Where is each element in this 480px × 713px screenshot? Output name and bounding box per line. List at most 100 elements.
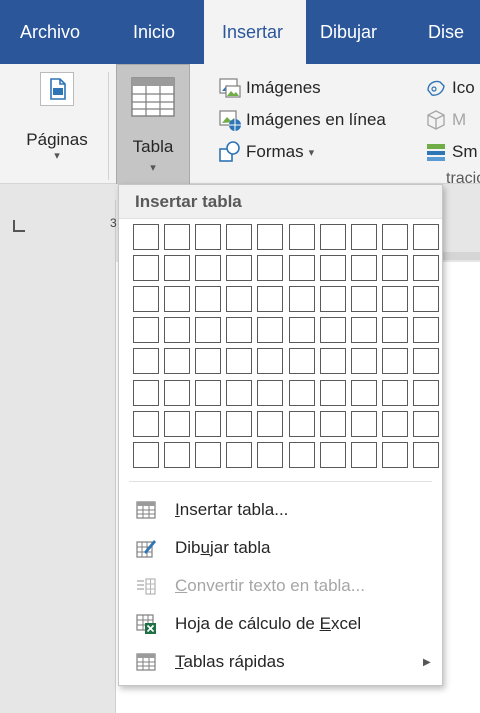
grid-cell[interactable] <box>195 286 221 312</box>
grid-cell[interactable] <box>164 380 190 406</box>
tab-stop-selector-icon[interactable] <box>13 220 25 232</box>
grid-cell[interactable] <box>164 317 190 343</box>
grid-cell[interactable] <box>320 380 346 406</box>
imagenes-button[interactable]: Imágenes <box>218 74 321 102</box>
grid-cell[interactable] <box>351 286 377 312</box>
grid-cell[interactable] <box>382 411 408 437</box>
grid-cell[interactable] <box>351 224 377 250</box>
menu-dibujar-tabla[interactable]: Dibujar tabla <box>119 529 442 567</box>
grid-cell[interactable] <box>257 380 283 406</box>
grid-cell[interactable] <box>195 348 221 374</box>
smartart-button[interactable]: Sm <box>424 138 478 166</box>
tab-inicio[interactable]: Inicio <box>133 0 175 64</box>
grid-cell[interactable] <box>289 224 315 250</box>
grid-cell[interactable] <box>195 411 221 437</box>
tab-diseno[interactable]: Dise <box>428 0 464 64</box>
grid-cell[interactable] <box>382 442 408 468</box>
grid-cell[interactable] <box>289 317 315 343</box>
imagenes-en-linea-button[interactable]: Imágenes en línea <box>218 106 386 134</box>
grid-cell[interactable] <box>413 255 439 281</box>
formas-button[interactable]: Formas ▾ <box>218 138 314 166</box>
modelos-3d-button[interactable]: M <box>424 106 466 134</box>
grid-cell[interactable] <box>289 411 315 437</box>
grid-cell[interactable] <box>226 286 252 312</box>
grid-cell[interactable] <box>351 411 377 437</box>
grid-cell[interactable] <box>289 286 315 312</box>
grid-cell[interactable] <box>413 348 439 374</box>
tab-dibujar[interactable]: Dibujar <box>320 0 377 64</box>
grid-cell[interactable] <box>164 255 190 281</box>
grid-cell[interactable] <box>351 348 377 374</box>
grid-cell[interactable] <box>226 380 252 406</box>
grid-cell[interactable] <box>320 255 346 281</box>
grid-cell[interactable] <box>164 286 190 312</box>
grid-cell[interactable] <box>289 255 315 281</box>
grid-cell[interactable] <box>351 380 377 406</box>
menu-insertar-tabla[interactable]: Insertar tabla... <box>119 491 442 529</box>
grid-cell[interactable] <box>133 411 159 437</box>
grid-cell[interactable] <box>382 224 408 250</box>
grid-cell[interactable] <box>320 411 346 437</box>
grid-cell[interactable] <box>320 286 346 312</box>
tabla-button[interactable]: Tabla ▾ <box>116 64 190 184</box>
grid-cell[interactable] <box>320 317 346 343</box>
grid-cell[interactable] <box>382 317 408 343</box>
grid-cell[interactable] <box>257 317 283 343</box>
grid-cell[interactable] <box>413 442 439 468</box>
grid-cell[interactable] <box>133 348 159 374</box>
table-size-grid[interactable] <box>133 224 444 473</box>
grid-cell[interactable] <box>382 348 408 374</box>
grid-cell[interactable] <box>257 286 283 312</box>
grid-cell[interactable] <box>164 442 190 468</box>
grid-cell[interactable] <box>195 317 221 343</box>
grid-cell[interactable] <box>351 317 377 343</box>
grid-cell[interactable] <box>257 255 283 281</box>
grid-cell[interactable] <box>226 255 252 281</box>
grid-cell[interactable] <box>413 411 439 437</box>
grid-cell[interactable] <box>413 286 439 312</box>
grid-cell[interactable] <box>382 380 408 406</box>
grid-cell[interactable] <box>226 317 252 343</box>
grid-cell[interactable] <box>413 224 439 250</box>
grid-cell[interactable] <box>133 442 159 468</box>
menu-convertir-texto-en-tabla[interactable]: Convertir texto en tabla... <box>119 567 442 605</box>
tab-insertar[interactable]: Insertar <box>204 0 306 64</box>
grid-cell[interactable] <box>320 348 346 374</box>
grid-cell[interactable] <box>257 224 283 250</box>
grid-cell[interactable] <box>226 411 252 437</box>
grid-cell[interactable] <box>289 380 315 406</box>
iconos-button[interactable]: Ico <box>424 74 475 102</box>
grid-cell[interactable] <box>257 442 283 468</box>
grid-cell[interactable] <box>164 224 190 250</box>
grid-cell[interactable] <box>133 255 159 281</box>
grid-cell[interactable] <box>289 348 315 374</box>
grid-cell[interactable] <box>320 224 346 250</box>
grid-cell[interactable] <box>351 255 377 281</box>
grid-cell[interactable] <box>226 442 252 468</box>
menu-hoja-de-calculo-excel[interactable]: Hoja de cálculo de Excel <box>119 605 442 643</box>
grid-cell[interactable] <box>164 411 190 437</box>
tab-archivo[interactable]: Archivo <box>20 0 80 64</box>
grid-cell[interactable] <box>133 317 159 343</box>
grid-cell[interactable] <box>195 255 221 281</box>
grid-cell[interactable] <box>226 224 252 250</box>
grid-cell[interactable] <box>133 286 159 312</box>
grid-cell[interactable] <box>133 380 159 406</box>
grid-cell[interactable] <box>195 380 221 406</box>
grid-cell[interactable] <box>164 348 190 374</box>
menu-tablas-rapidas[interactable]: Tablas rápidas ▶ <box>119 643 442 681</box>
grid-cell[interactable] <box>195 224 221 250</box>
grid-cell[interactable] <box>413 380 439 406</box>
grid-cell[interactable] <box>257 411 283 437</box>
grid-cell[interactable] <box>382 286 408 312</box>
grid-cell[interactable] <box>226 348 252 374</box>
grid-cell[interactable] <box>289 442 315 468</box>
grid-cell[interactable] <box>413 317 439 343</box>
grid-cell[interactable] <box>133 224 159 250</box>
grid-cell[interactable] <box>382 255 408 281</box>
paginas-button[interactable]: Páginas ▾ <box>14 64 100 162</box>
grid-cell[interactable] <box>257 348 283 374</box>
grid-cell[interactable] <box>320 442 346 468</box>
grid-cell[interactable] <box>351 442 377 468</box>
grid-cell[interactable] <box>195 442 221 468</box>
